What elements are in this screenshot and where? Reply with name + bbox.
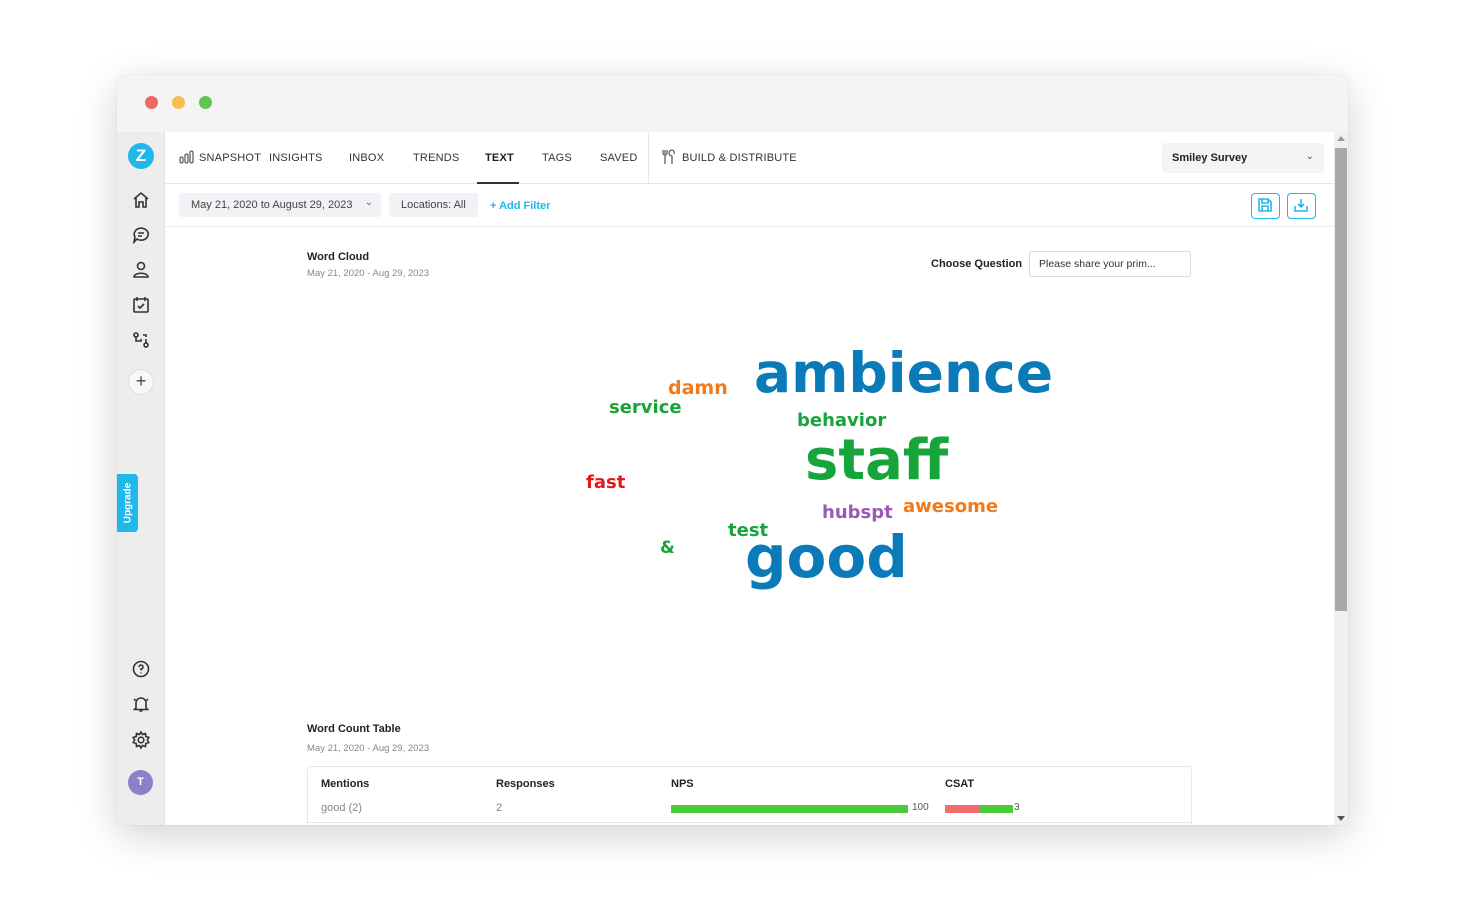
word-good[interactable]: good	[745, 528, 908, 586]
word-staff[interactable]: staff	[805, 433, 948, 489]
home-icon[interactable]	[131, 190, 151, 210]
add-button[interactable]: +	[128, 369, 154, 395]
user-icon[interactable]	[131, 260, 151, 280]
row-divider	[308, 822, 1191, 823]
word-hubspt[interactable]: hubspt	[822, 504, 893, 522]
column-header-mentions[interactable]: Mentions	[321, 778, 369, 790]
scroll-thumb[interactable]	[1335, 148, 1347, 611]
word-damn[interactable]: damn	[668, 379, 728, 398]
workflow-icon[interactable]	[131, 330, 151, 350]
upgrade-label: Upgrade	[122, 482, 133, 524]
calendar-check-icon[interactable]	[131, 295, 151, 315]
upgrade-button[interactable]: Upgrade	[117, 474, 138, 532]
main-content: SNAPSHOT INSIGHTS INBOX TRENDS TEXT TAGS…	[165, 132, 1334, 825]
gear-icon[interactable]	[131, 730, 151, 750]
help-icon[interactable]	[131, 659, 151, 679]
column-header-nps[interactable]: NPS	[671, 778, 694, 790]
csat-negative-segment	[945, 805, 979, 813]
nps-bar	[671, 805, 908, 813]
word-fast[interactable]: fast	[586, 474, 625, 492]
scroll-down-arrow[interactable]	[1337, 816, 1345, 821]
app-logo[interactable]: Z	[128, 143, 154, 169]
bell-icon[interactable]	[131, 694, 151, 714]
column-header-csat[interactable]: CSAT	[945, 778, 974, 790]
sidebar: Z + Upgrade T	[117, 132, 165, 825]
nps-value: 100	[912, 802, 929, 813]
maximize-window-button[interactable]	[199, 96, 212, 109]
word-count-table: Mentions Responses NPS CSAT good (2) 2 1…	[307, 766, 1192, 825]
word-service[interactable]: service	[609, 399, 682, 417]
word-ambience[interactable]: ambience	[754, 346, 1053, 401]
close-window-button[interactable]	[145, 96, 158, 109]
mention-cell[interactable]: good (2)	[321, 802, 362, 814]
column-header-responses[interactable]: Responses	[496, 778, 555, 790]
csat-positive-segment	[979, 805, 1013, 813]
word-count-table-date: May 21, 2020 - Aug 29, 2023	[307, 743, 430, 754]
scroll-up-arrow[interactable]	[1337, 136, 1345, 141]
user-avatar[interactable]: T	[128, 770, 153, 795]
word-count-table-title: Word Count Table	[307, 723, 401, 735]
title-bar	[117, 75, 1348, 132]
word-ampersand[interactable]: &	[660, 540, 675, 557]
app-window: Z + Upgrade T SNAPSHOT INSIGHTS INBOX TR…	[117, 75, 1348, 825]
csat-value: 3	[1014, 802, 1020, 813]
minimize-window-button[interactable]	[172, 96, 185, 109]
word-awesome[interactable]: awesome	[903, 498, 998, 516]
vertical-scrollbar[interactable]	[1334, 132, 1348, 825]
chat-bubbles-icon[interactable]	[131, 225, 151, 245]
responses-cell: 2	[496, 802, 503, 814]
word-cloud: ambience damn service behavior staff fas…	[165, 132, 1334, 732]
